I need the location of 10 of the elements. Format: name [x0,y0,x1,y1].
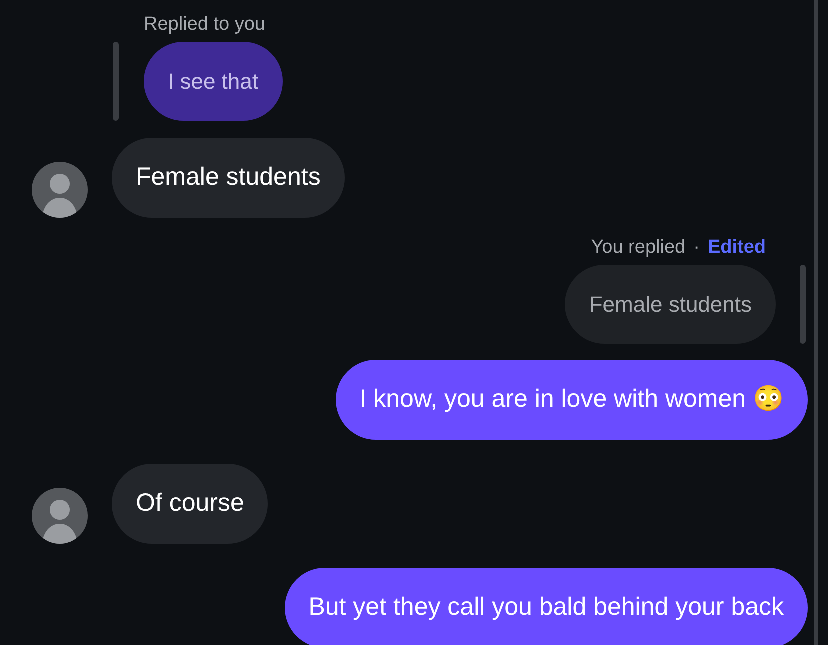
reply-label: Replied to you [144,13,266,37]
message-bubble: I know, you are in love with women 😳 [336,360,808,440]
quoted-message: I see that [144,42,283,121]
message-bubble: Female students [112,138,345,218]
separator-dot: · [694,236,700,260]
quoted-message: Female students [565,265,776,344]
edited-label: Edited [708,236,766,260]
message-bubble: But yet they call you bald behind your back [284,568,808,645]
reply-label: You replied [591,236,686,260]
message-bubble: Of course [112,464,268,544]
